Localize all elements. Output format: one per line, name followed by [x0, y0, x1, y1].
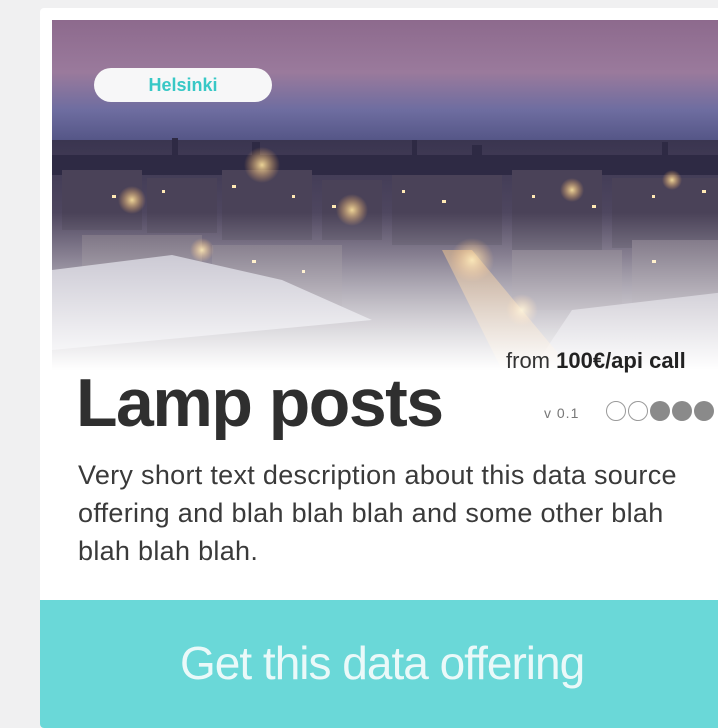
rating-dots	[606, 401, 714, 421]
rating-dot-filled-icon	[672, 401, 692, 421]
location-tag: Helsinki	[94, 68, 272, 102]
price-value: 100€/api call	[556, 348, 686, 373]
rating-dot-empty-icon	[628, 401, 648, 421]
rating-dot-empty-icon	[606, 401, 626, 421]
price-prefix: from	[506, 348, 557, 373]
price-line: from 100€/api call	[506, 348, 686, 374]
rating-dot-filled-icon	[650, 401, 670, 421]
rating-dot-filled-icon	[694, 401, 714, 421]
data-offering-card: Helsinki from 100€/api call Lamp posts v…	[40, 8, 718, 728]
location-tag-label: Helsinki	[148, 74, 218, 95]
version-label: v 0.1	[544, 405, 580, 421]
get-offering-button-label: Get this data offering	[180, 637, 585, 689]
offering-title: Lamp posts	[76, 365, 444, 441]
offering-description: Very short text description about this d…	[78, 460, 677, 566]
hero-image: Helsinki	[52, 20, 718, 370]
